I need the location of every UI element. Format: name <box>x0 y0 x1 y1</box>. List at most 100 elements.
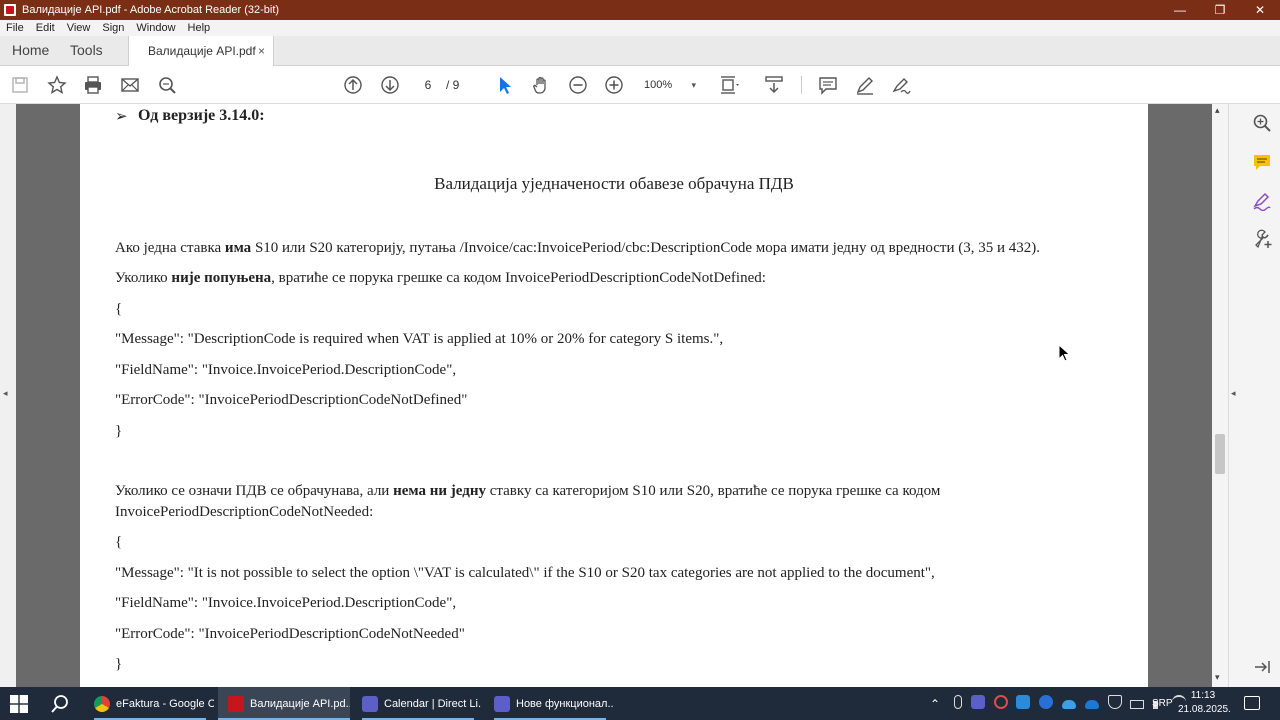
notifications-icon[interactable] <box>1244 696 1260 710</box>
window-controls: — ❐ ✕ <box>1160 0 1280 20</box>
more-tools-icon[interactable] <box>1251 228 1273 250</box>
tray-overflow-chevron-icon[interactable]: ⌃ <box>930 697 940 711</box>
zoom-in-icon[interactable] <box>603 74 625 96</box>
json-message-line: "Message": "It is not possible to select… <box>115 565 935 581</box>
json-open-brace: { <box>115 301 123 317</box>
email-icon[interactable] <box>119 74 141 96</box>
taskbar-app-acrobat[interactable]: Валидације API.pd... <box>218 687 350 720</box>
json-open-brace: { <box>115 534 123 550</box>
input-language[interactable]: SRP <box>1152 687 1173 720</box>
text-run: ставку са категоријом S10 или S20, врати… <box>485 483 941 499</box>
paragraph-3: Уколико се означи ПДВ се обрачунава, али… <box>115 483 940 500</box>
menu-window[interactable]: Window <box>136 22 175 34</box>
text-run: Уколико се означи ПДВ се обрачунава, али <box>115 483 394 499</box>
select-cursor-icon[interactable] <box>494 74 516 96</box>
taskbar-app-chrome[interactable]: eFaktura - Google C... <box>86 687 214 720</box>
bluetooth-icon[interactable] <box>1039 695 1054 709</box>
menu-help[interactable]: Help <box>188 22 211 34</box>
taskbar-app-teams-calendar[interactable]: Calendar | Direct Li... <box>354 687 482 720</box>
zoom-search-icon[interactable] <box>1251 112 1273 134</box>
clock-date: 21.08.2025. <box>1178 704 1231 715</box>
menu-sign[interactable]: Sign <box>102 22 124 34</box>
main-toolbar: 6 / 9 100% ▾ <box>0 66 1280 104</box>
menu-view[interactable]: View <box>67 22 91 34</box>
scroll-down-icon[interactable]: ▾ <box>1215 672 1220 683</box>
menu-bar: File Edit View Sign Window Help <box>0 20 1280 36</box>
json-errorcode-line: "ErrorCode": "InvoicePeriodDescriptionCo… <box>115 392 468 408</box>
tab-tools[interactable]: Tools <box>70 42 103 58</box>
page-up-icon[interactable] <box>342 74 364 96</box>
zoom-level-select[interactable]: 100% ▾ <box>644 76 700 94</box>
text-run: Уколико <box>115 270 172 286</box>
record-tray-icon[interactable] <box>993 695 1008 709</box>
battery-icon[interactable] <box>1130 700 1145 709</box>
windows-start-icon[interactable] <box>10 695 28 713</box>
tab-document[interactable]: Валидације API.pdf × <box>128 36 274 66</box>
mouse-cursor-icon <box>1058 344 1071 362</box>
text-run: , вратиће се порука грешке са кодом Invo… <box>271 270 766 286</box>
text-run: S10 или S20 категорију, путања /Invoice/… <box>251 240 1040 256</box>
comment-panel-icon[interactable] <box>1251 151 1273 173</box>
hand-tool-icon[interactable] <box>530 74 552 96</box>
menu-edit[interactable]: Edit <box>36 22 55 34</box>
search-icon[interactable] <box>156 74 178 96</box>
taskbar-clock[interactable]: 11:13 21.08.2025. <box>1178 689 1231 717</box>
close-window-button[interactable]: ✕ <box>1240 0 1280 20</box>
section-heading: Од верзије 3.14.0: <box>138 107 265 124</box>
tab-home[interactable]: Home <box>12 42 49 58</box>
save-icon[interactable] <box>9 74 31 96</box>
right-tools-panel: ◂ <box>1228 104 1280 687</box>
microphone-icon[interactable] <box>954 695 963 709</box>
menu-file[interactable]: File <box>6 22 24 34</box>
json-close-brace: } <box>115 423 123 439</box>
paragraph-3-continued: InvoicePeriodDescriptionCodeNotNeeded: <box>115 504 374 520</box>
section-title: Валидација уједначености обавезе обрачун… <box>434 174 794 193</box>
page-down-icon[interactable] <box>379 74 401 96</box>
zoom-out-icon[interactable] <box>567 74 589 96</box>
comment-icon[interactable] <box>817 74 839 96</box>
paragraph-1: Ако једна ставка има S10 или S20 категор… <box>115 240 1040 257</box>
print-icon[interactable] <box>82 74 104 96</box>
chevron-left-icon[interactable]: ◂ <box>1231 388 1236 399</box>
sign-icon[interactable] <box>890 74 912 96</box>
taskbar-app-label: eFaktura - Google C... <box>116 697 214 710</box>
vertical-scrollbar[interactable]: ▴ ▾ <box>1212 104 1228 687</box>
fill-sign-icon[interactable] <box>1251 190 1273 212</box>
window-title: Валидације API.pdf - Adobe Acrobat Reade… <box>22 4 280 16</box>
clock-time: 11:13 <box>1190 690 1216 701</box>
bookmark-star-icon[interactable] <box>46 74 68 96</box>
scroll-up-icon[interactable]: ▴ <box>1215 105 1220 116</box>
document-viewport[interactable]: ◂ ➢ Од верзије 3.14.0: Валидација уједна… <box>0 104 1212 687</box>
defender-icon[interactable] <box>1107 695 1122 709</box>
teams-icon <box>494 695 510 712</box>
windows-taskbar: eFaktura - Google C... Валидације API.pd… <box>0 687 1280 720</box>
chrome-icon <box>94 695 110 712</box>
acrobat-logo-icon <box>4 4 16 16</box>
expand-panel-icon[interactable] <box>1251 656 1273 678</box>
maximize-button[interactable]: ❐ <box>1200 0 1240 20</box>
document-tab-label: Валидације API.pdf <box>148 44 256 58</box>
scrollbar-thumb[interactable] <box>1215 434 1225 474</box>
taskbar-search-icon[interactable] <box>50 694 70 714</box>
teams-tray-icon[interactable] <box>970 695 985 709</box>
title-bar: Валидације API.pdf - Adobe Acrobat Reade… <box>0 0 1280 20</box>
taskbar-app-label: Нове функционал... <box>516 697 614 710</box>
page-number-input[interactable]: 6 <box>414 76 442 94</box>
left-panel-toggle[interactable]: ◂ <box>0 104 16 687</box>
taskbar-app-teams-chat[interactable]: Нове функционал... <box>486 687 614 720</box>
chevron-left-icon: ◂ <box>3 388 8 398</box>
json-message-line: "Message": "DescriptionCode is required … <box>115 331 724 347</box>
page-fit-icon[interactable] <box>718 74 740 96</box>
close-tab-icon[interactable]: × <box>258 44 265 58</box>
onedrive-business-icon[interactable] <box>1084 700 1099 709</box>
toolbar-divider <box>801 76 802 94</box>
security-tray-icon[interactable] <box>1016 695 1031 709</box>
highlight-icon[interactable] <box>854 74 876 96</box>
scroll-mode-icon[interactable] <box>763 74 785 96</box>
onedrive-icon[interactable] <box>1061 700 1076 709</box>
bold-text: има <box>224 240 252 256</box>
taskbar-app-label: Валидације API.pd... <box>250 697 350 710</box>
minimize-button[interactable]: — <box>1160 0 1200 20</box>
acrobat-icon <box>228 695 244 712</box>
tabs-bar: Home Tools Валидације API.pdf × <box>0 36 1280 66</box>
